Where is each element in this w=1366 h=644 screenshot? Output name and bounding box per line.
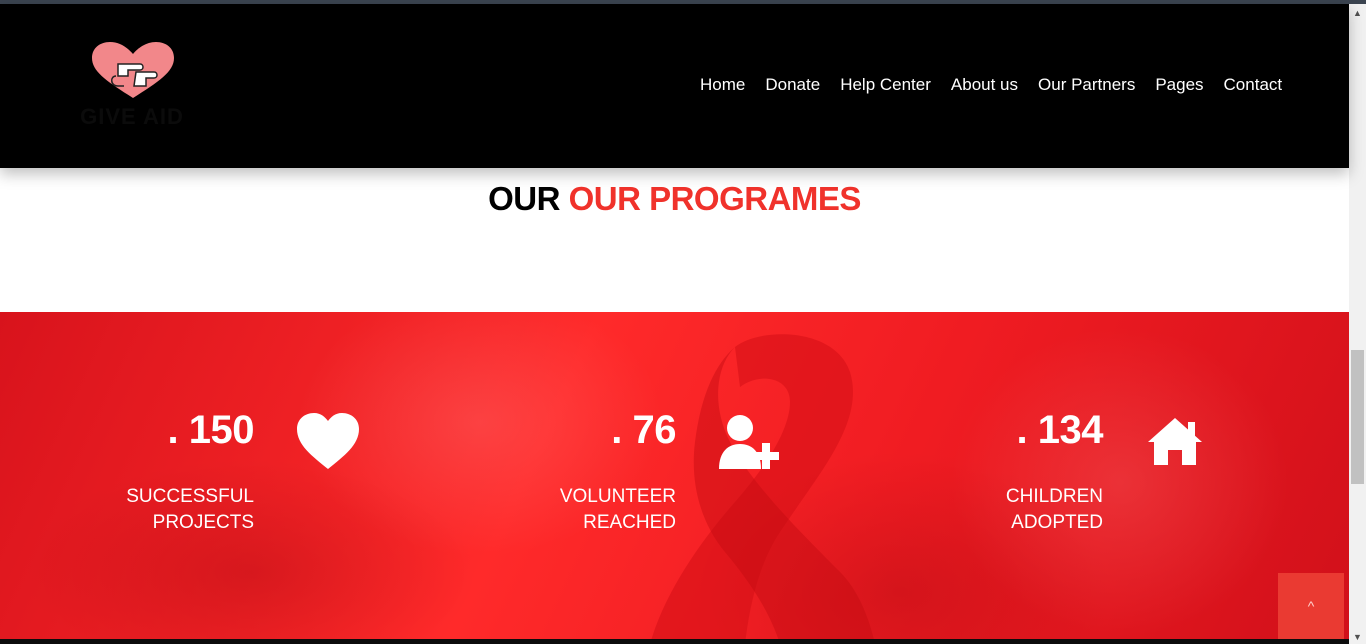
stat-label-line1: SUCCESSFUL <box>126 486 254 507</box>
nav-item-our-partners[interactable]: Our Partners <box>1038 75 1135 95</box>
programs-section-title: OUR OUR PROGRAMES <box>0 180 1349 218</box>
stat-label: VOLUNTEER REACHED <box>436 484 676 536</box>
programs-title-our: OUR <box>488 180 560 217</box>
stat-label-line1: VOLUNTEER <box>559 486 676 507</box>
stat-label-line2: ADOPTED <box>1011 512 1103 533</box>
page-scrollbar[interactable]: ▲ ▼ <box>1349 4 1366 644</box>
stats-section: . 150 SUCCESSFUL PROJECTS . 76 VOLUNTEER… <box>0 312 1349 644</box>
stat-value: . 150 <box>167 408 255 452</box>
chevron-up-icon: ^ <box>1307 598 1315 614</box>
nav-item-home[interactable]: Home <box>700 75 745 95</box>
stat-value: . 76 <box>611 408 676 452</box>
main-nav: Home Donate Help Center About us Our Par… <box>690 75 1282 95</box>
back-to-top-button[interactable]: ^ <box>1278 573 1344 639</box>
nav-item-help-center[interactable]: Help Center <box>840 75 931 95</box>
red-ribbon-background <box>650 334 875 644</box>
stat-label-line2: PROJECTS <box>152 512 254 533</box>
scroll-up-arrow-icon[interactable]: ▲ <box>1353 8 1362 18</box>
user-plus-icon <box>718 414 792 475</box>
bottom-strip <box>0 639 1349 644</box>
logo-text: GIVE AID <box>80 104 184 129</box>
nav-item-about-us[interactable]: About us <box>951 75 1018 95</box>
stat-value: . 134 <box>1016 408 1104 452</box>
nav-item-contact[interactable]: Contact <box>1224 75 1283 95</box>
stat-label-line1: CHILDREN <box>1005 486 1103 507</box>
heart-icon <box>296 412 360 475</box>
scroll-down-arrow-icon[interactable]: ▼ <box>1353 632 1362 642</box>
programs-title-highlight: OUR PROGRAMES <box>568 180 862 217</box>
stat-label-line2: REACHED <box>583 512 676 533</box>
stat-label: CHILDREN ADOPTED <box>863 484 1103 536</box>
nav-item-donate[interactable]: Donate <box>765 75 820 95</box>
site-logo[interactable]: GIVE AID <box>70 42 194 134</box>
stat-label: SUCCESSFUL PROJECTS <box>14 484 254 536</box>
nav-item-pages[interactable]: Pages <box>1155 75 1203 95</box>
scroll-thumb[interactable] <box>1351 350 1364 484</box>
heart-hands-logo-icon <box>92 42 174 98</box>
home-icon <box>1146 416 1204 471</box>
site-header: GIVE AID Home Donate Help Center About u… <box>0 4 1349 168</box>
